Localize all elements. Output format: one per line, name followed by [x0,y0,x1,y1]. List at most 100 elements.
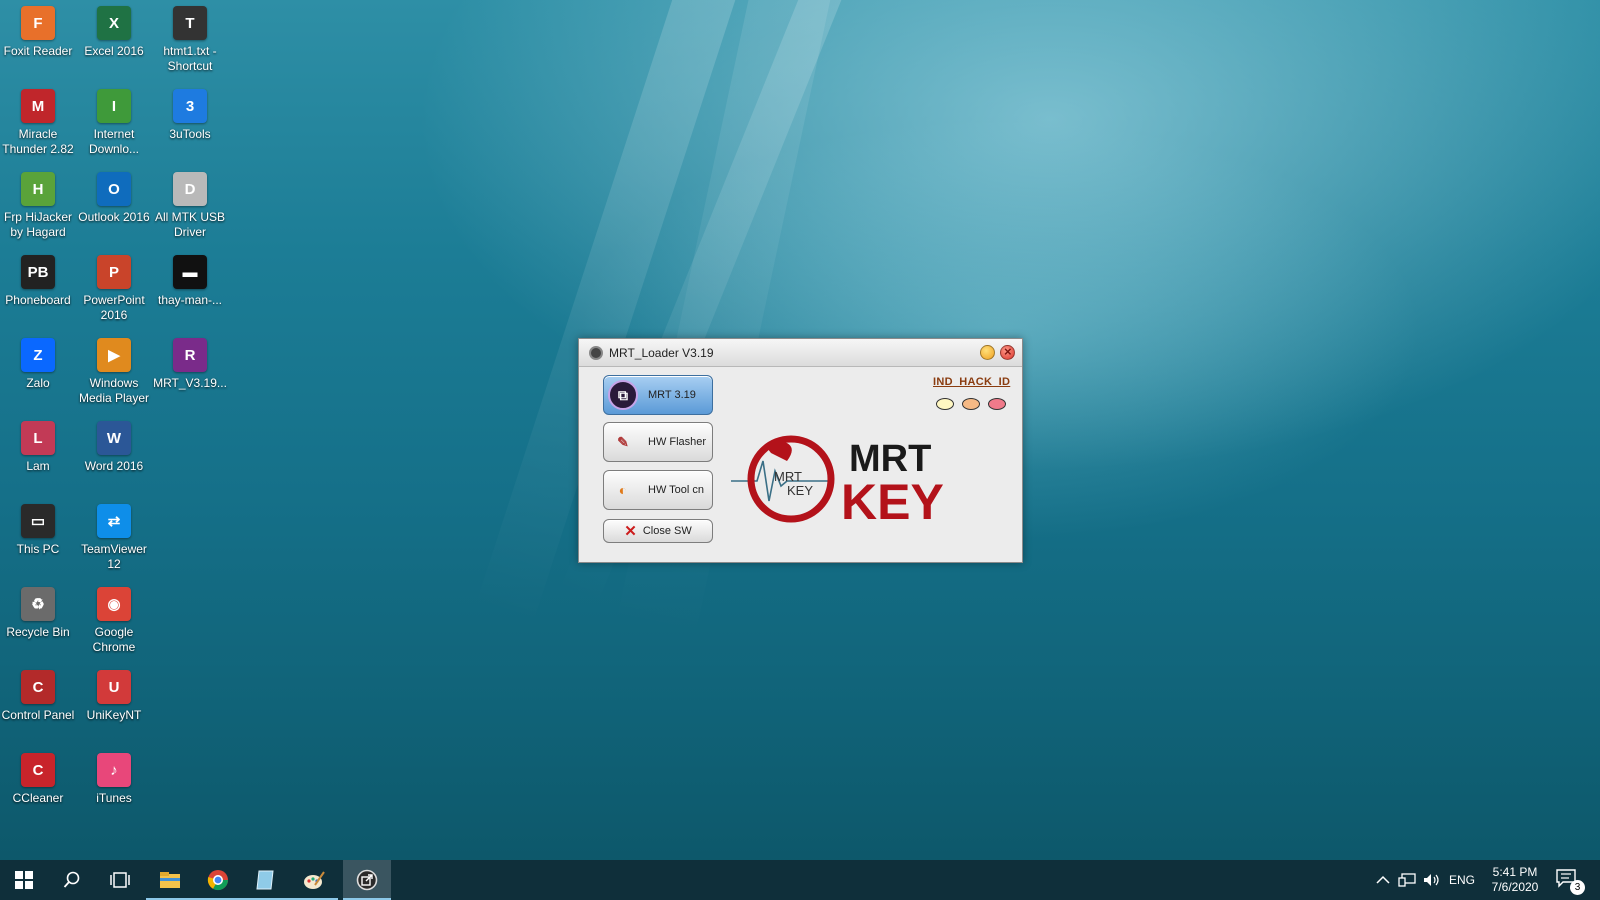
notepad-button[interactable] [242,860,290,900]
speaker-icon [1424,874,1439,886]
desktop-icon[interactable]: C CCleaner [0,747,76,806]
desktop-icon-label: Foxit Reader [3,44,73,58]
desktop-icon[interactable]: H Frp HiJacker by Hagard [0,166,76,240]
minimize-button[interactable] [980,345,995,360]
desktop-icon-label: UniKeyNT [86,708,142,722]
taskbar: ENG 5:41 PM 7/6/2020 [0,860,1600,900]
desktop-icon-label: Zalo [26,376,50,390]
logo-swirl-icon [766,440,792,461]
volume-button[interactable] [1423,860,1441,900]
task-view-icon [110,872,130,888]
app-shortcut-icon: Z [21,338,55,372]
app-shortcut-icon: F [21,6,55,40]
desktop-icon[interactable]: 3 3uTools [152,83,228,142]
notification-count-badge: 3 [1570,880,1585,895]
app-shortcut-icon: O [97,172,131,206]
desktop-icon-label: thay-man-... [157,293,223,307]
app-shortcut-icon: W [97,421,131,455]
language-indicator[interactable]: ENG [1449,860,1475,900]
logo-big-key: KEY [841,474,944,526]
desktop-icon[interactable]: X Excel 2016 [76,0,152,59]
desktop-icon[interactable]: O Outlook 2016 [76,166,152,225]
app-shortcut-icon: ◉ [97,587,131,621]
app-shortcut-icon: ▶ [97,338,131,372]
paint-button[interactable] [290,860,338,900]
hw-tool-icon: ◐ [618,482,628,498]
start-button[interactable] [0,860,48,900]
file-explorer-button[interactable] [146,860,194,900]
app-shortcut-icon: H [21,172,55,206]
mrt-loader-taskbar-button[interactable] [343,860,391,900]
desktop-icon[interactable]: F Foxit Reader [0,0,76,59]
logo-small-key: KEY [787,483,813,498]
title-bar[interactable]: MRT_Loader V3.19 [579,339,1022,367]
paint-icon [304,871,325,889]
desktop-icon-label: Control Panel [1,708,75,722]
desktop-icon[interactable]: U UniKeyNT [76,664,152,723]
clock-date: 7/6/2020 [1491,880,1539,894]
search-button[interactable] [48,860,96,900]
app-shortcut-icon: T [173,6,207,40]
show-hidden-icons-button[interactable] [1376,860,1390,900]
window-title: MRT_Loader V3.19 [609,345,714,360]
notepad-icon [256,870,274,890]
desktop-icon[interactable]: M Miracle Thunder 2.82 [0,83,76,157]
mrt-button[interactable]: ⧉ MRT 3.19 [603,375,713,415]
hw-tool-button[interactable]: ◐ HW Tool cn [603,470,713,510]
desktop-icon[interactable]: R MRT_V3.19... [152,332,228,391]
network-button[interactable] [1398,860,1416,900]
desktop-icon[interactable]: L Lam [0,415,76,474]
desktop-icon[interactable]: ▬ thay-man-... [152,249,228,308]
ind-hack-id-link[interactable]: IND_HACK_ID [933,376,1010,388]
mrt-key-logo: MRT KEY MRT KEY [731,435,944,526]
desktop-icons: F Foxit Reader X Excel 2016 Thtmt1.txt - Sho… [0,0,230,860]
desktop-icon[interactable]: ⇄ TeamViewer 12 [76,498,152,572]
desktop-icon[interactable]: P PowerPoint 2016 [76,249,152,323]
desktop-icon-label: TeamViewer 12 [81,542,147,571]
desktop-icon[interactable]: D All MTK USB Driver [152,166,228,240]
desktop-icon[interactable]: ▶ Windows Media Player [76,332,152,406]
desktop-icon-label: CCleaner [12,791,64,805]
desktop-icon[interactable]: C Control Panel [0,664,76,723]
hw-flasher-button[interactable]: ✎ HW Flasher [603,422,713,462]
mrt-loader-icon [356,869,378,891]
task-view-button[interactable] [96,860,144,900]
clock-time: 5:41 PM [1492,865,1538,879]
close-sw-button[interactable]: ✕ Close SW [603,519,713,543]
app-shortcut-icon: 3 [173,89,207,123]
windows-start-icon [15,871,33,889]
app-shortcut-icon: ♪ [97,753,131,787]
app-shortcut-icon: L [21,421,55,455]
desktop-icon-label: iTunes [96,791,132,805]
desktop-icon[interactable]: ♪ iTunes [76,747,152,806]
app-shortcut-icon: D [173,172,207,206]
desktop-icon[interactable]: ▭ This PC [0,498,76,557]
desktop-icon-label: PowerPoint 2016 [83,293,145,322]
chrome-button[interactable] [194,860,242,900]
chrome-icon [207,870,229,891]
app-icon [589,345,603,360]
close-button[interactable] [1000,344,1015,360]
desktop-icon[interactable]: I Internet Downlo... [76,83,152,157]
hw-flasher-label: HW Flasher [648,436,707,448]
desktop-icon-label: Internet Downlo... [88,127,140,156]
hw-tool-label: HW Tool cn [648,484,705,496]
desktop-icon-label: MRT_V3.19... [153,376,227,390]
desktop-icon[interactable]: Z Zalo [0,332,76,391]
desktop-icon[interactable]: ♻ Recycle Bin [0,581,76,640]
app-shortcut-icon: ⇄ [97,504,131,538]
close-x-icon: ✕ [624,523,637,540]
desktop-icon-label: Word 2016 [84,459,144,473]
app-shortcut-icon: PB [21,255,55,289]
status-dot-red [988,398,1006,410]
close-sw-label: Close SW [642,525,692,537]
clock[interactable]: 5:41 PM 7/6/2020 [1478,865,1552,895]
desktop-icon[interactable]: PB Phoneboard [0,249,76,308]
mrt-loader-window: MRT_Loader V3.19 ⧉ MRT 3.19 ✎ HW Flasher… [578,338,1023,563]
desktop-icon-label: Excel 2016 [84,44,144,58]
desktop-icon[interactable]: W Word 2016 [76,415,152,474]
desktop-icon[interactable]: Thtmt1.txt - Shortcut [152,0,228,74]
app-shortcut-icon: I [97,89,131,123]
app-shortcut-icon: U [97,670,131,704]
desktop-icon[interactable]: ◉ Google Chrome [76,581,152,655]
